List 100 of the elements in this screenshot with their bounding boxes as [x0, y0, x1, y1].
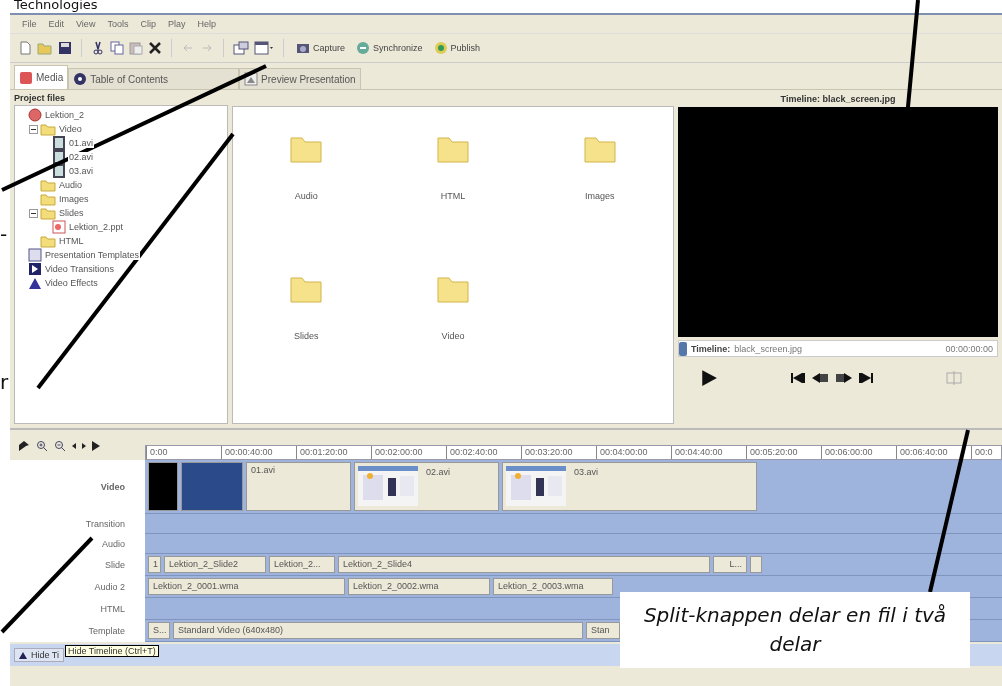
- layout-icon[interactable]: [254, 41, 274, 55]
- clip[interactable]: Standard Video (640x480): [173, 622, 583, 639]
- clip[interactable]: Lektion_2_0001.wma: [148, 578, 345, 595]
- menu-item[interactable]: Help: [197, 19, 216, 29]
- tree-item[interactable]: HTML: [58, 236, 85, 246]
- tab[interactable]: Media: [14, 65, 69, 89]
- folder-item[interactable]: Slides: [233, 275, 380, 415]
- clip[interactable]: Stan: [586, 622, 620, 639]
- tree-item[interactable]: 03.avi: [68, 166, 95, 176]
- clip[interactable]: 03.avi: [502, 462, 757, 511]
- toolbar-button[interactable]: Synchronize: [353, 41, 426, 55]
- collapse-icon[interactable]: [29, 208, 38, 218]
- delete-icon[interactable]: [148, 41, 162, 55]
- clip[interactable]: Lektion_2_Slide2: [164, 556, 266, 573]
- media-icon: [19, 70, 33, 85]
- folder-item[interactable]: Audio: [233, 135, 380, 275]
- tree-item[interactable]: Images: [58, 194, 90, 204]
- ruler-label: 00:06:40:00: [896, 446, 971, 459]
- folder-icon: [290, 135, 323, 163]
- toolbar-button[interactable]: Publish: [430, 41, 484, 55]
- clip[interactable]: 1: [148, 556, 161, 573]
- folder-icon: [40, 206, 56, 220]
- menu-item[interactable]: Tools: [107, 19, 129, 29]
- menu-item[interactable]: Edit: [48, 19, 65, 29]
- clip[interactable]: S...: [148, 622, 170, 639]
- transition-icon: [28, 262, 42, 276]
- clip-label: Timeline:: [691, 343, 731, 354]
- menu-item[interactable]: View: [76, 19, 96, 29]
- template-icon: [28, 248, 42, 262]
- folder-icon: [40, 234, 56, 248]
- collapse-icon[interactable]: [29, 124, 38, 134]
- ruler-label: 00:04:00:00: [596, 446, 671, 459]
- ruler-label: 00:01:20:00: [296, 446, 371, 459]
- ruler-label: 0:00: [146, 446, 221, 459]
- tree-item[interactable]: Presentation Templates: [44, 250, 140, 260]
- clip[interactable]: 02.avi: [354, 462, 499, 511]
- tree-item[interactable]: 02.avi: [68, 152, 95, 162]
- play-icon[interactable]: [700, 369, 718, 387]
- zoom-out-icon[interactable]: [54, 440, 66, 452]
- folder-icon: [290, 275, 323, 303]
- tree-item[interactable]: Audio: [58, 180, 84, 190]
- toolbar-button[interactable]: Capture: [293, 41, 349, 55]
- hide-timeline-button[interactable]: Hide Ti: [14, 648, 64, 662]
- pointer-icon[interactable]: [18, 440, 30, 452]
- info-icon: [73, 72, 88, 86]
- clip[interactable]: [148, 462, 178, 511]
- folder-icon: [40, 192, 56, 206]
- tab[interactable]: Table of Contents: [68, 68, 240, 89]
- fit-icon[interactable]: [72, 442, 86, 450]
- clip[interactable]: L...: [713, 556, 747, 573]
- annotation-text: r: [0, 370, 9, 394]
- skip-start-icon[interactable]: [791, 373, 805, 383]
- clip[interactable]: Lektion_2_Slide4: [338, 556, 710, 573]
- time-ruler[interactable]: 0:00 00:00:40:00 00:01:20:00 00:02:00:00 00:02:40:00 00:03:20:00 00:04:00:00 00:04:40:00 00:05:20:00 00:06:00:00 00:06:40:00 00:0: [145, 445, 1002, 460]
- folder-item[interactable]: HTML: [379, 135, 527, 275]
- folder-item[interactable]: Images: [526, 135, 673, 275]
- sync-icon: [356, 41, 371, 55]
- time-code: 00:00:00:00: [945, 343, 993, 354]
- folder-icon: [583, 135, 616, 163]
- tree-item[interactable]: Video Effects: [44, 278, 99, 288]
- step-back-icon[interactable]: [811, 373, 829, 383]
- clip[interactable]: Lektion_2...: [269, 556, 335, 573]
- zoom-in-icon[interactable]: [36, 440, 48, 452]
- tree-item[interactable]: Video: [58, 124, 83, 134]
- ruler-label: 00:0: [971, 446, 1001, 459]
- track-label: HTML: [100, 604, 125, 614]
- callout: Split-knappen delar en fil i två delar: [620, 592, 970, 668]
- ruler-label: 00:05:20:00: [746, 446, 821, 459]
- menu-item[interactable]: File: [22, 19, 37, 29]
- tree-item[interactable]: Slides: [58, 208, 85, 218]
- clip[interactable]: Lektion_2_0002.wma: [348, 578, 490, 595]
- clip[interactable]: 01.avi: [246, 462, 351, 511]
- file-icon: [679, 341, 687, 356]
- track-label: Video: [100, 482, 125, 492]
- tree-item[interactable]: Lektion_2: [44, 110, 86, 120]
- menu-item[interactable]: Clip: [140, 19, 156, 29]
- ruler-label: 00:02:40:00: [446, 446, 521, 459]
- folder-icon: [40, 178, 56, 192]
- step-forward-icon[interactable]: [835, 373, 853, 383]
- play-icon[interactable]: [92, 441, 100, 451]
- new-file-icon[interactable]: [18, 41, 32, 55]
- folder-item[interactable]: Video: [379, 275, 527, 415]
- folder-icon: [40, 122, 56, 136]
- tooltip: Hide Timeline (Ctrl+T): [65, 645, 159, 657]
- cut-icon[interactable]: [91, 41, 105, 55]
- annotation-text: -: [0, 222, 8, 246]
- tree-item[interactable]: Video Transitions: [44, 264, 115, 274]
- clip[interactable]: Lektion_2_0003.wma: [493, 578, 613, 595]
- skip-end-icon[interactable]: [859, 373, 873, 383]
- tab[interactable]: Preview Presentation: [239, 68, 361, 89]
- menu-item[interactable]: Play: [167, 19, 186, 29]
- tree-item[interactable]: 01.avi: [68, 138, 95, 148]
- save-icon[interactable]: [58, 41, 72, 55]
- clip-name: black_screen.jpg: [734, 343, 802, 354]
- copy-icon[interactable]: [110, 41, 124, 55]
- clip[interactable]: [181, 462, 243, 511]
- clip[interactable]: [750, 556, 762, 573]
- tree-item[interactable]: Lektion_2.ppt: [68, 222, 125, 232]
- camera-icon: [296, 41, 310, 55]
- window-icon[interactable]: [233, 41, 249, 55]
